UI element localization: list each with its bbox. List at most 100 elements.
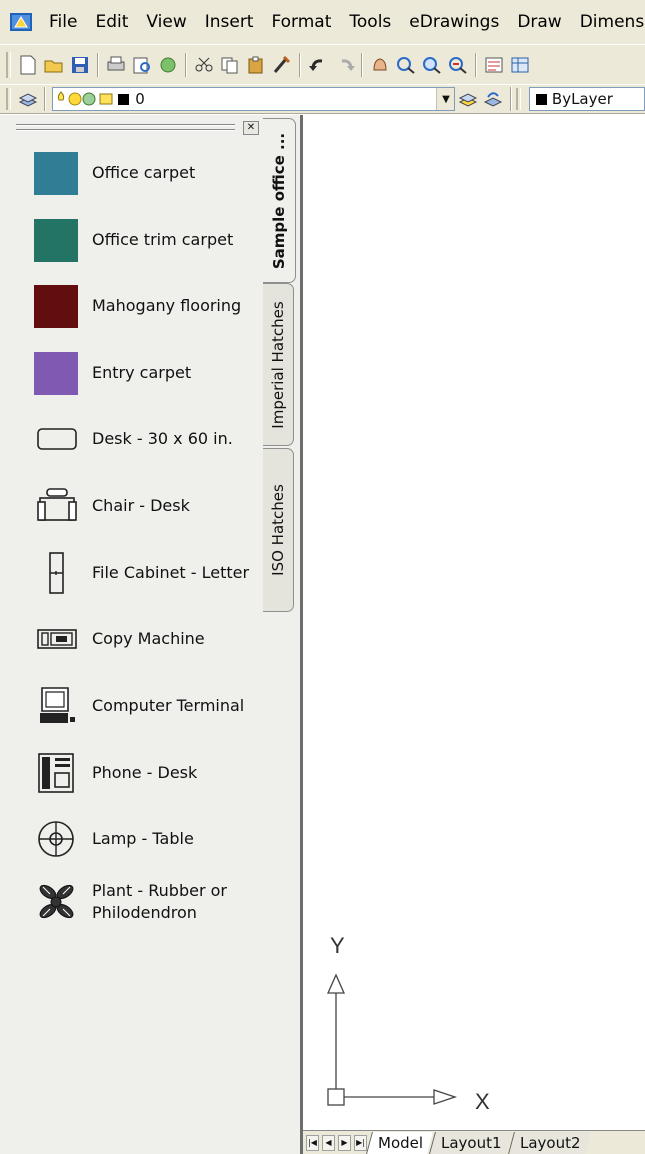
menu-bar: File Edit View Insert Format Tools eDraw… [0,0,645,44]
tool-label: Chair - Desk [92,496,190,515]
current-layer-name: 0 [135,90,145,108]
layer-state-icons [58,91,130,106]
layout-tabs-bar: |◀ ◀ ▶ ▶| Model Layout1 Layout2 [303,1130,645,1154]
tool-label: Office trim carpet [92,230,234,249]
redo-icon[interactable] [333,54,355,76]
tab-sample-office[interactable]: Sample office ... [263,118,296,283]
match-properties-icon[interactable] [271,54,293,76]
cut-icon[interactable] [193,54,215,76]
toolbar-separator [44,87,47,111]
ucs-x-label: X [475,1089,490,1114]
undo-icon[interactable] [307,54,329,76]
tool-mahogany-flooring[interactable]: Mahogany flooring [34,278,259,334]
tool-phone-desk[interactable]: Phone - Desk [34,745,259,801]
toolbar-separator [509,87,512,111]
chair-icon [34,484,78,528]
hatch-swatch-icon [34,218,78,262]
tab-iso-hatches[interactable]: ISO Hatches [263,448,294,612]
menu-file[interactable]: File [40,0,86,44]
tab-label: ISO Hatches [269,484,287,576]
paste-icon[interactable] [245,54,267,76]
color-swatch-icon [535,93,547,105]
toolbar-grip[interactable] [6,51,11,78]
menu-tools[interactable]: Tools [340,0,400,44]
first-tab-icon[interactable]: |◀ [306,1134,319,1151]
copy-icon[interactable] [219,54,241,76]
palette-tabs: Sample office ... Imperial Hatches ISO H… [263,115,297,1154]
tab-layout2[interactable]: Layout2 [507,1131,591,1154]
phone-icon [34,751,78,795]
menu-insert[interactable]: Insert [196,0,263,44]
tab-layout1[interactable]: Layout1 [429,1131,512,1154]
toolbar-separator [299,52,301,77]
make-object-layer-current-icon[interactable] [457,88,478,110]
lamp-icon [34,817,78,861]
toolbar-grip[interactable] [515,88,521,110]
properties-icon[interactable] [483,54,505,76]
layer-control-dropdown[interactable]: 0 ▼ [52,87,456,111]
toolbar-separator [97,52,99,77]
tool-label: Desk - 30 x 60 in. [92,429,233,448]
tool-copy-machine[interactable]: Copy Machine [34,611,259,667]
palette-titlebar[interactable]: ✕ [16,121,261,135]
zoom-previous-icon[interactable] [447,54,469,76]
tool-lamp-table[interactable]: Lamp - Table [34,811,259,867]
titlebar-grip-line [16,129,235,131]
desk-icon [34,417,78,461]
tab-imperial-hatches[interactable]: Imperial Hatches [263,283,294,446]
chevron-down-icon[interactable]: ▼ [436,88,455,110]
menu-draw[interactable]: Draw [508,0,570,44]
publish-icon[interactable] [157,54,179,76]
tool-desk[interactable]: Desk - 30 x 60 in. [34,411,259,467]
tool-file-cabinet[interactable]: File Cabinet - Letter [34,545,259,601]
layer-previous-icon[interactable] [483,88,504,110]
tool-label: File Cabinet - Letter [92,563,250,582]
save-icon[interactable] [69,54,91,76]
zoom-window-icon[interactable] [421,54,443,76]
drawing-area[interactable]: Y X [303,115,645,1130]
tool-label: Lamp - Table [92,829,194,848]
tab-model-label: Model [378,1133,424,1152]
menu-edrawings[interactable]: eDrawings [400,0,508,44]
computer-terminal-icon [34,684,78,728]
menu-edit[interactable]: Edit [86,0,137,44]
last-tab-icon[interactable]: ▶| [354,1134,367,1151]
titlebar-grip-line [16,124,235,126]
hatch-swatch-icon [34,284,78,328]
toolbar-grip[interactable] [6,88,11,110]
color-value: ByLayer [551,90,613,108]
tool-label: Entry carpet [92,363,192,382]
tool-computer-terminal[interactable]: Computer Terminal [34,678,259,734]
autocad-app-icon[interactable] [10,12,32,32]
tab-layout1-label: Layout1 [441,1133,502,1152]
tool-label: Computer Terminal [92,696,245,715]
tab-label: Imperial Hatches [269,300,287,429]
tool-plant[interactable]: Plant - Rubber or Philodendron [34,880,259,936]
pan-icon[interactable] [369,54,391,76]
previous-tab-icon[interactable]: ◀ [322,1134,335,1151]
tool-label: Plant - Rubber or Philodendron [92,881,227,922]
ucs-icon: Y X [326,933,490,1114]
tool-entry-carpet[interactable]: Entry carpet [34,345,259,401]
zoom-realtime-icon[interactable] [395,54,417,76]
plot-icon[interactable] [105,54,127,76]
menu-format[interactable]: Format [262,0,340,44]
close-icon[interactable]: ✕ [243,121,259,135]
plot-preview-icon[interactable] [131,54,153,76]
tab-model[interactable]: Model [366,1131,433,1154]
file-cabinet-icon [34,551,78,595]
new-icon[interactable] [17,54,39,76]
copy-machine-icon [34,617,78,661]
design-center-icon[interactable] [509,54,531,76]
menu-dimension[interactable]: Dimensio [571,0,645,44]
layer-manager-icon[interactable] [17,88,38,110]
tool-label: Office carpet [92,163,196,182]
color-control-dropdown[interactable]: ByLayer [528,87,645,111]
menu-view[interactable]: View [137,0,195,44]
next-tab-icon[interactable]: ▶ [338,1134,351,1151]
tool-label: Copy Machine [92,629,205,648]
tool-office-trim-carpet[interactable]: Office trim carpet [34,212,259,268]
tool-chair-desk[interactable]: Chair - Desk [34,478,259,534]
tool-office-carpet[interactable]: Office carpet [34,145,259,201]
open-icon[interactable] [43,54,65,76]
